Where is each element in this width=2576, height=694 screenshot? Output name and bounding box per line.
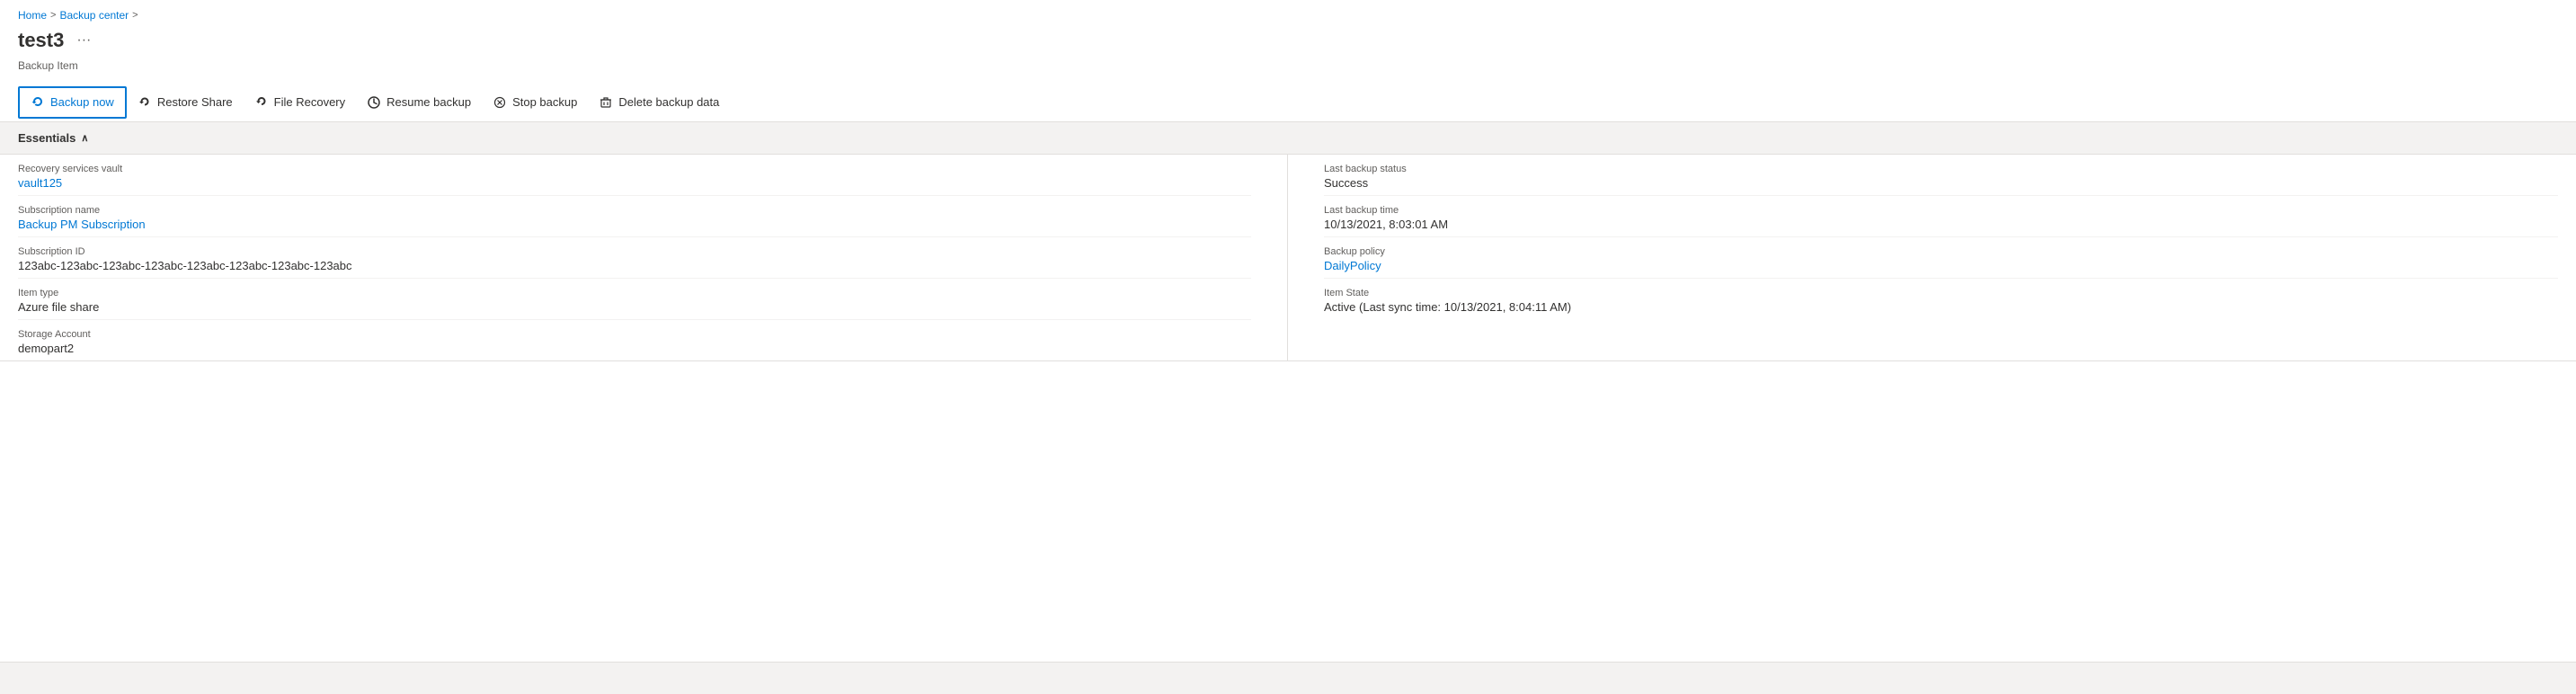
breadcrumb-home[interactable]: Home [18, 9, 47, 22]
subscription-name-value[interactable]: Backup PM Subscription [18, 218, 146, 231]
breadcrumb-sep-2: > [132, 10, 138, 21]
file-recovery-label: File Recovery [274, 95, 345, 109]
storage-account-row: Storage Account demopart2 [18, 320, 1251, 360]
breadcrumb: Home > Backup center > [0, 0, 2576, 25]
subscription-id-row: Subscription ID 123abc-123abc-123abc-123… [18, 237, 1251, 279]
essentials-label: Essentials [18, 131, 76, 145]
last-backup-status-row: Last backup status Success [1324, 155, 2558, 196]
file-recovery-icon [254, 95, 269, 110]
item-state-value: Active (Last sync time: 10/13/2021, 8:04… [1324, 300, 2558, 314]
stop-backup-icon [493, 95, 507, 110]
backup-policy-value[interactable]: DailyPolicy [1324, 259, 1381, 272]
recovery-vault-label: Recovery services vault [18, 164, 1251, 174]
resume-backup-label: Resume backup [386, 95, 471, 109]
resume-backup-icon [367, 95, 381, 110]
essentials-right: Last backup status Success Last backup t… [1288, 155, 2558, 360]
restore-share-icon [138, 95, 152, 110]
item-type-value: Azure file share [18, 300, 1251, 314]
essentials-chevron-icon: ∧ [81, 132, 88, 144]
last-backup-time-label: Last backup time [1324, 205, 2558, 216]
stop-backup-label: Stop backup [512, 95, 577, 109]
essentials-left: Recovery services vault vault125 Subscri… [18, 155, 1288, 360]
backup-policy-row: Backup policy DailyPolicy [1324, 237, 2558, 279]
essentials-grid: Recovery services vault vault125 Subscri… [0, 155, 2576, 361]
item-state-label: Item State [1324, 288, 2558, 298]
breadcrumb-backup-center[interactable]: Backup center [59, 9, 129, 22]
more-options-icon[interactable]: ··· [71, 31, 96, 50]
footer-bar [0, 662, 2576, 694]
recovery-vault-row: Recovery services vault vault125 [18, 155, 1251, 196]
breadcrumb-sep-1: > [50, 10, 56, 21]
backup-now-label: Backup now [50, 95, 114, 109]
resume-backup-button[interactable]: Resume backup [356, 86, 482, 119]
last-backup-status-value: Success [1324, 176, 2558, 190]
last-backup-time-value: 10/13/2021, 8:03:01 AM [1324, 218, 2558, 231]
subscription-id-label: Subscription ID [18, 246, 1251, 257]
essentials-section-header[interactable]: Essentials ∧ [0, 122, 2576, 155]
delete-backup-data-button[interactable]: Delete backup data [588, 86, 730, 119]
last-backup-status-label: Last backup status [1324, 164, 2558, 174]
page-subtitle: Backup Item [0, 59, 2576, 83]
item-type-row: Item type Azure file share [18, 279, 1251, 320]
file-recovery-button[interactable]: File Recovery [244, 86, 356, 119]
storage-account-value: demopart2 [18, 342, 1251, 355]
toolbar: Backup now Restore Share File Recovery R… [0, 83, 2576, 122]
backup-now-button[interactable]: Backup now [18, 86, 127, 119]
delete-icon [599, 95, 613, 110]
item-state-row: Item State Active (Last sync time: 10/13… [1324, 279, 2558, 319]
backup-now-icon [31, 95, 45, 110]
page-title: test3 [18, 29, 64, 52]
delete-backup-data-label: Delete backup data [618, 95, 719, 109]
recovery-vault-value[interactable]: vault125 [18, 176, 62, 190]
page-header: test3 ··· [0, 25, 2576, 59]
subscription-name-label: Subscription name [18, 205, 1251, 216]
restore-share-button[interactable]: Restore Share [127, 86, 244, 119]
stop-backup-button[interactable]: Stop backup [482, 86, 588, 119]
subscription-name-row: Subscription name Backup PM Subscription [18, 196, 1251, 237]
storage-account-label: Storage Account [18, 329, 1251, 340]
restore-share-label: Restore Share [157, 95, 233, 109]
backup-policy-label: Backup policy [1324, 246, 2558, 257]
item-type-label: Item type [18, 288, 1251, 298]
subscription-id-value: 123abc-123abc-123abc-123abc-123abc-123ab… [18, 259, 1251, 272]
last-backup-time-row: Last backup time 10/13/2021, 8:03:01 AM [1324, 196, 2558, 237]
